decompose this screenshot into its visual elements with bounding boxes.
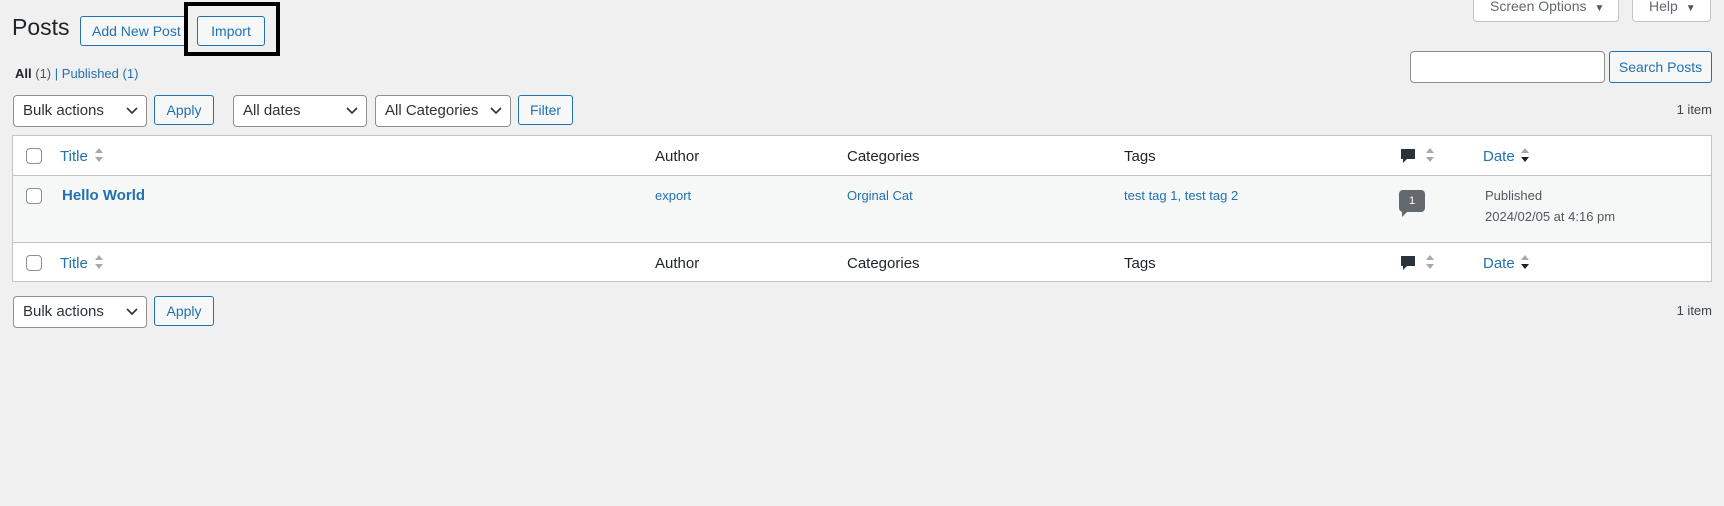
screen-options-label: Screen Options [1490,0,1587,14]
posts-table: Title Author Categories Tags Date Hello … [12,135,1712,282]
footer-divider [13,242,1711,243]
sort-arrows-icon [1426,148,1434,162]
filter-button[interactable]: Filter [518,95,573,125]
table-row: Hello World export Orginal Cat test tag … [13,176,1711,242]
column-author-header: Author [655,148,700,165]
chevron-down-icon [126,107,138,115]
sort-arrows-icon [95,148,103,162]
help-label: Help [1649,0,1678,14]
sort-arrows-icon [1521,148,1529,162]
page-title: Posts [12,14,70,40]
search-input[interactable] [1410,51,1605,83]
column-categories-header: Categories [847,148,920,165]
badge-tail-icon [1402,211,1408,217]
comment-bubble-icon[interactable] [1400,148,1416,164]
item-count-top: 1 item [1676,102,1712,117]
post-title-link[interactable]: Hello World [62,187,145,204]
post-author-link[interactable]: export [655,188,691,203]
column-tags-footer: Tags [1124,255,1156,272]
status-filters: All (1) | Published (1) [15,66,138,81]
sort-arrows-icon [1426,255,1434,269]
add-new-post-button[interactable]: Add New Post [80,16,188,46]
filter-all-count: (1) [35,66,52,81]
column-categories-footer: Categories [847,255,920,272]
column-tags-header: Tags [1124,148,1156,165]
column-title-header[interactable]: Title [60,148,88,165]
select-all-checkbox[interactable] [26,148,42,164]
filter-separator: | [54,66,59,81]
triangle-down-icon: ▼ [1594,3,1605,14]
column-author-footer: Author [655,255,700,272]
categories-select[interactable]: All Categories [375,95,511,127]
sort-arrows-icon [95,255,103,269]
post-category-link[interactable]: Orginal Cat [847,188,913,203]
post-status: Published [1485,188,1543,203]
row-checkbox[interactable] [26,188,42,204]
item-count-bottom: 1 item [1676,303,1712,318]
comment-bubble-icon[interactable] [1400,255,1416,271]
post-tags-links[interactable]: test tag 1, test tag 2 [1124,188,1238,203]
filter-published[interactable]: Published (1) [62,66,139,81]
chevron-down-icon [346,107,358,115]
bulk-actions-select[interactable]: Bulk actions [13,95,147,127]
select-all-checkbox-footer[interactable] [26,255,42,271]
column-date-header[interactable]: Date [1483,148,1515,165]
search-posts-button[interactable]: Search Posts [1609,51,1712,83]
comment-count-badge[interactable]: 1 [1399,190,1425,217]
sort-arrows-icon [1521,255,1529,269]
import-button[interactable]: Import [197,16,265,46]
apply-button-bottom[interactable]: Apply [154,296,214,326]
chevron-down-icon [490,107,502,115]
column-date-footer[interactable]: Date [1483,255,1515,272]
triangle-down-icon: ▼ [1685,3,1696,14]
screen-options-button[interactable]: Screen Options ▼ [1473,0,1620,22]
post-date: 2024/02/05 at 4:16 pm [1485,209,1616,224]
help-button[interactable]: Help ▼ [1632,0,1711,22]
filter-all[interactable]: All [15,66,32,81]
dates-select[interactable]: All dates [233,95,367,127]
bulk-actions-select-bottom[interactable]: Bulk actions [13,296,147,328]
apply-button-top[interactable]: Apply [154,95,214,125]
chevron-down-icon [126,308,138,316]
column-title-footer[interactable]: Title [60,255,88,272]
